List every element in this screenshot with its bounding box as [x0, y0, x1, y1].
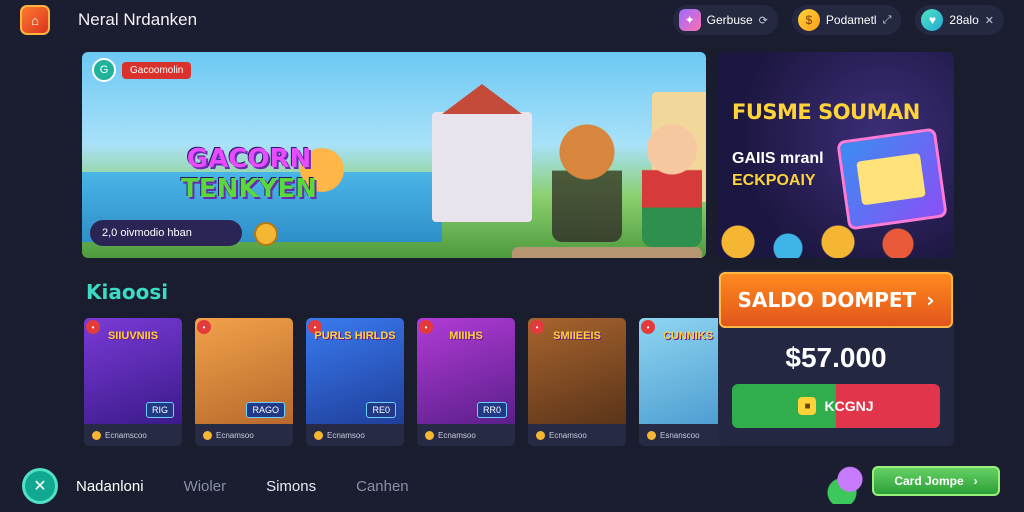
app-title: Neral Nrdanken: [78, 10, 198, 29]
expand-icon: ⤢: [882, 13, 892, 26]
hero-castle-image: [432, 84, 532, 222]
wallet-action-button[interactable]: ■ KCGNJ: [732, 384, 940, 428]
game-art: • SMIIEEIS: [528, 318, 626, 424]
coin-icon: [425, 430, 434, 440]
promo-subtitle: GAIIS mranl ECKPOAIY: [732, 148, 824, 192]
lock-icon: ■: [798, 397, 817, 415]
game-footer: Ecnamsoo: [417, 424, 515, 446]
game-art: • SIIUVNIIS RIG: [84, 318, 182, 424]
hero-info-strip[interactable]: 2,0 oivmodio hban: [90, 220, 242, 246]
hero-banner[interactable]: G Gacoomolin GACORN TENKYEN 2,0 oivmodio…: [82, 52, 706, 258]
game-title: SMIIEEIS: [553, 330, 601, 342]
sync-icon: ⟳: [758, 14, 768, 27]
hero-logo-line2: TENKYEN: [181, 174, 317, 204]
cta-button[interactable]: Card Jompe ›: [872, 466, 1000, 496]
gift-pill-label: Gerbuse: [706, 13, 753, 27]
game-price: RR0: [476, 402, 507, 418]
hot-badge-icon: •: [197, 320, 211, 334]
wallet-action-content: ■ KCGNJ: [732, 384, 940, 428]
cta-label: Card Jompe: [894, 474, 964, 488]
game-title: CUNNIKS: [662, 330, 714, 342]
gem-pill-label: 28alo: [949, 13, 979, 27]
close-icon: ✕: [984, 14, 994, 27]
gift-box-icon: ✦: [678, 9, 701, 31]
game-footer-label: Ecnamsoo: [438, 430, 476, 440]
nav-item-1[interactable]: Nadanloni: [76, 478, 144, 495]
wallet-button[interactable]: SALDO DOMPET ›: [719, 272, 953, 328]
gift-pill[interactable]: ✦ Gerbuse ⟳: [672, 5, 778, 35]
hero-fox-character: [552, 122, 622, 242]
game-card[interactable]: • SIIUVNIIS RIG Ecnamscoo: [84, 318, 182, 446]
game-art: • RAGO: [195, 318, 293, 424]
game-footer: Ecnamsoo: [195, 424, 293, 446]
game-card[interactable]: • PURLS HIRLDS RE0 Ecnamsoo: [306, 318, 404, 446]
heart-gem-icon: ♥: [921, 9, 944, 31]
wallet-button-label: SALDO DOMPET: [737, 288, 917, 312]
app-logo-icon[interactable]: ⌂: [20, 5, 50, 35]
hero-game-logo: GACORN TENKYEN: [164, 144, 334, 204]
game-art: • MIIIHS RR0: [417, 318, 515, 424]
game-footer: Ecnamsoo: [528, 424, 626, 446]
game-grid: • SIIUVNIIS RIG Ecnamscoo • RAGO Ecnamso…: [84, 318, 737, 446]
wallet-balance: $57.000: [785, 342, 887, 373]
chevron-right-icon: ›: [973, 474, 978, 488]
hero-logo-line1: GACORN: [186, 144, 312, 174]
section-title: Kiaoosi: [86, 280, 169, 304]
coin-icon: [647, 430, 656, 440]
promo-coins-image: [718, 222, 954, 258]
coin-icon: [536, 430, 545, 440]
nav-item-3[interactable]: Simons: [266, 478, 316, 495]
promo-title: FUSME SOUMAN: [732, 100, 920, 124]
coin-icon: [92, 430, 101, 440]
game-title: PURLS HIRLDS: [314, 330, 396, 342]
hero-platform-image: [512, 247, 702, 258]
nav-item-2[interactable]: Wioler: [184, 478, 227, 495]
wallet-panel: SALDO DOMPET › $57.000 ■ KCGNJ: [718, 270, 954, 446]
game-footer-label: Ecnamsoo: [216, 430, 254, 440]
game-card[interactable]: • SMIIEEIS Ecnamsoo: [528, 318, 626, 446]
coin-icon: [203, 430, 212, 440]
game-footer: Ecnamsoo: [306, 424, 404, 446]
chevron-right-icon: ›: [926, 288, 935, 312]
promo-sub-line2: ECKPOAIY: [732, 172, 816, 189]
coin-pill-label: Podametl: [825, 13, 877, 27]
coin-icon: $: [797, 9, 820, 31]
game-price: RAGO: [246, 402, 285, 418]
game-footer: Ecnamscoo: [84, 424, 182, 446]
game-price: RE0: [366, 402, 396, 418]
promo-sub-line1: GAIIS mranl: [732, 150, 824, 167]
game-footer-label: Ecnamsoo: [549, 430, 587, 440]
game-art: • PURLS HIRLDS RE0: [306, 318, 404, 424]
mascot-icon: [826, 466, 866, 504]
game-title: MIIIHS: [449, 330, 483, 342]
game-footer-label: Esnanscoo: [660, 430, 700, 440]
hero-badge-tag: Gacoomolin: [122, 61, 192, 79]
bottom-nav: ✕ Nadanloni Wioler Simons Canhen Card Jo…: [0, 460, 1024, 512]
wallet-action-label: KCGNJ: [824, 398, 874, 414]
gem-pill[interactable]: ♥ 28alo ✕: [915, 5, 1004, 35]
hero-badge-icon: G: [92, 58, 116, 82]
game-footer-label: Ecnamsoo: [327, 430, 365, 440]
coin-pill[interactable]: $ Podametl ⤢: [791, 5, 902, 35]
coin-icon: [314, 430, 323, 440]
hero-badge: G Gacoomolin: [92, 58, 192, 82]
hero-coin-icon: [254, 222, 278, 246]
game-price: RIG: [145, 402, 174, 418]
promo-card-image: [836, 127, 948, 231]
hero-elf-character: [642, 122, 702, 247]
game-card[interactable]: • RAGO Ecnamsoo: [195, 318, 293, 446]
game-footer-label: Ecnamscoo: [105, 430, 147, 440]
nav-item-4[interactable]: Canhen: [356, 478, 409, 495]
game-card[interactable]: • MIIIHS RR0 Ecnamsoo: [417, 318, 515, 446]
home-icon[interactable]: ✕: [22, 468, 58, 504]
game-title: SIIUVNIIS: [107, 330, 159, 342]
header-status-group: ✦ Gerbuse ⟳ $ Podametl ⤢ ♥ 28alo ✕: [672, 5, 1004, 35]
promo-banner[interactable]: FUSME SOUMAN GAIIS mranl ECKPOAIY: [718, 52, 954, 258]
top-header: ⌂ Neral Nrdanken ✦ Gerbuse ⟳ $ Podametl …: [0, 0, 1024, 40]
